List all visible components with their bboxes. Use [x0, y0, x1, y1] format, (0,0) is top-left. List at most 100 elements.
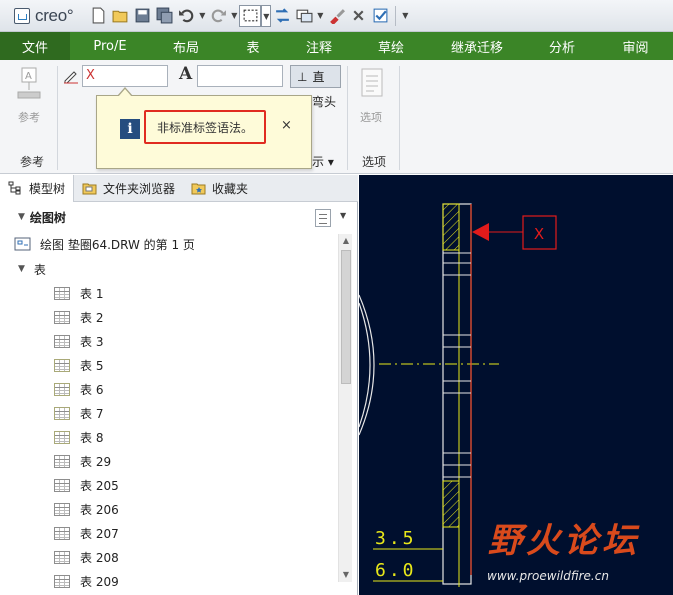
list-item[interactable]: 表 206	[54, 498, 119, 520]
text-style-input[interactable]	[197, 65, 283, 87]
list-item-label: 表 3	[80, 334, 104, 349]
tab-analysis[interactable]: 分析	[526, 32, 598, 60]
regenerate-button[interactable]	[271, 5, 293, 27]
tab-folder-browser-label: 文件夹浏览器	[103, 181, 176, 196]
tree-scrollbar[interactable]: ▲ ▼	[338, 234, 352, 582]
font-icon[interactable]: A	[179, 64, 192, 84]
list-item[interactable]: 表 208	[54, 546, 119, 568]
check-button[interactable]	[369, 5, 391, 27]
expand-icon[interactable]: ▼	[18, 264, 25, 274]
navigator-tabs: 模型树 文件夹浏览器 收藏夹	[0, 174, 358, 202]
list-item[interactable]: 表 1	[54, 282, 103, 304]
undo-dropdown-icon[interactable]: ▼	[197, 11, 207, 20]
callout-arrow	[472, 223, 489, 241]
list-item[interactable]: 表 6	[54, 378, 103, 400]
tab-review[interactable]: 审阅	[598, 32, 673, 60]
reference-button[interactable]: A	[14, 66, 44, 102]
select-box-button[interactable]	[239, 4, 262, 27]
tab-folder-browser[interactable]: 文件夹浏览器	[74, 175, 183, 202]
scroll-up-icon[interactable]: ▲	[339, 234, 353, 248]
undo-button[interactable]	[175, 5, 197, 27]
tree-settings-icon[interactable]	[315, 209, 331, 227]
symbol-text-input[interactable]: X	[82, 65, 168, 87]
collapse-icon[interactable]: ▼	[18, 212, 25, 222]
model-tree-icon	[8, 181, 21, 195]
close-window-button[interactable]	[347, 5, 369, 27]
options-button[interactable]	[360, 68, 384, 98]
tab-legacy-migration[interactable]: 继承迁移	[428, 32, 526, 60]
list-item-label: 表 209	[80, 574, 119, 589]
new-file-icon	[92, 7, 105, 24]
elbow-label[interactable]: 弯头	[312, 93, 336, 110]
table-icon	[54, 454, 70, 468]
callout-text: X	[534, 225, 544, 243]
tab-table[interactable]: 表	[222, 32, 284, 60]
list-item[interactable]: 表 3	[54, 330, 103, 352]
save-copy-button[interactable]	[153, 5, 175, 27]
list-item[interactable]: 表 5	[54, 354, 103, 376]
pencil-icon	[64, 71, 78, 84]
reference-icon: A	[17, 67, 41, 99]
list-item-label: 表 2	[80, 310, 104, 325]
new-file-button[interactable]	[87, 5, 109, 27]
window-icon	[296, 9, 313, 23]
select-dropdown-icon[interactable]: ▼	[261, 4, 272, 27]
tree-group-row[interactable]: ▼ 表	[18, 258, 46, 280]
redo-dropdown-icon[interactable]: ▼	[229, 11, 239, 20]
tab-model-tree[interactable]: 模型树	[0, 174, 75, 202]
scroll-thumb[interactable]	[341, 250, 351, 384]
arc-outline	[359, 294, 375, 436]
list-item[interactable]: 表 8	[54, 426, 103, 448]
tooltip-close-icon[interactable]: ×	[281, 118, 292, 133]
tab-model-tree-label: 模型树	[29, 181, 66, 196]
toolbar-separator	[395, 5, 397, 26]
drawing-tree-header: ▼ 绘图树 ▼	[0, 202, 357, 232]
list-item[interactable]: 表 29	[54, 450, 111, 472]
creo-logo: creo°	[14, 5, 74, 26]
table-icon	[54, 574, 70, 588]
check-icon	[373, 8, 388, 23]
list-item-label: 表 5	[80, 358, 104, 373]
tab-annotate[interactable]: 注释	[284, 32, 354, 60]
save-button[interactable]	[131, 5, 153, 27]
syntax-tooltip: i 非标准标签语法。 ×	[96, 87, 312, 169]
scroll-down-icon[interactable]: ▼	[339, 568, 353, 582]
options-group-label: 选项	[362, 155, 387, 169]
table-icon	[54, 406, 70, 420]
window-button[interactable]	[293, 5, 315, 27]
list-item[interactable]: 表 207	[54, 522, 119, 544]
creo-logo-icon	[14, 7, 30, 24]
list-item[interactable]: 表 209	[54, 570, 119, 592]
tab-proe[interactable]: Pro/E	[70, 32, 150, 60]
paint-icon	[330, 9, 345, 24]
customize-toolbar-icon[interactable]: ▼	[400, 11, 410, 20]
paint-button[interactable]	[325, 5, 347, 27]
tab-layout[interactable]: 布局	[150, 32, 222, 60]
tab-sketch[interactable]: 草绘	[354, 32, 428, 60]
app-name: creo°	[35, 5, 74, 25]
tree-settings-dropdown-icon[interactable]: ▼	[340, 211, 346, 220]
straight-leader-button[interactable]: ⊥ 直	[290, 65, 341, 88]
open-button[interactable]	[109, 5, 131, 27]
reference-label: 参考	[18, 111, 40, 124]
list-item[interactable]: 表 205	[54, 474, 119, 496]
redo-button[interactable]	[207, 5, 229, 27]
close-window-icon	[353, 10, 364, 21]
list-item-label: 表 8	[80, 430, 104, 445]
drawing-canvas[interactable]: X 3.5 6.0 野火论坛 www.proewildfire.cn	[359, 175, 673, 595]
table-icon	[54, 286, 70, 300]
table-icon	[54, 334, 70, 348]
tree-root-row[interactable]: 绘图 垫圈64.DRW 的第 1 页	[14, 233, 195, 255]
options-icon	[361, 68, 383, 97]
drawing-icon	[14, 237, 31, 251]
watermark: 野火论坛	[488, 513, 640, 562]
window-dropdown-icon[interactable]: ▼	[315, 11, 325, 20]
list-item[interactable]: 表 2	[54, 306, 103, 328]
options-label: 选项	[360, 111, 382, 124]
table-icon	[54, 526, 70, 540]
tab-file[interactable]: 文件	[0, 32, 70, 60]
table-icon	[54, 502, 70, 516]
tab-favorites[interactable]: 收藏夹	[183, 175, 256, 202]
format-group-label[interactable]: 示 ▾	[312, 153, 334, 170]
list-item[interactable]: 表 7	[54, 402, 103, 424]
